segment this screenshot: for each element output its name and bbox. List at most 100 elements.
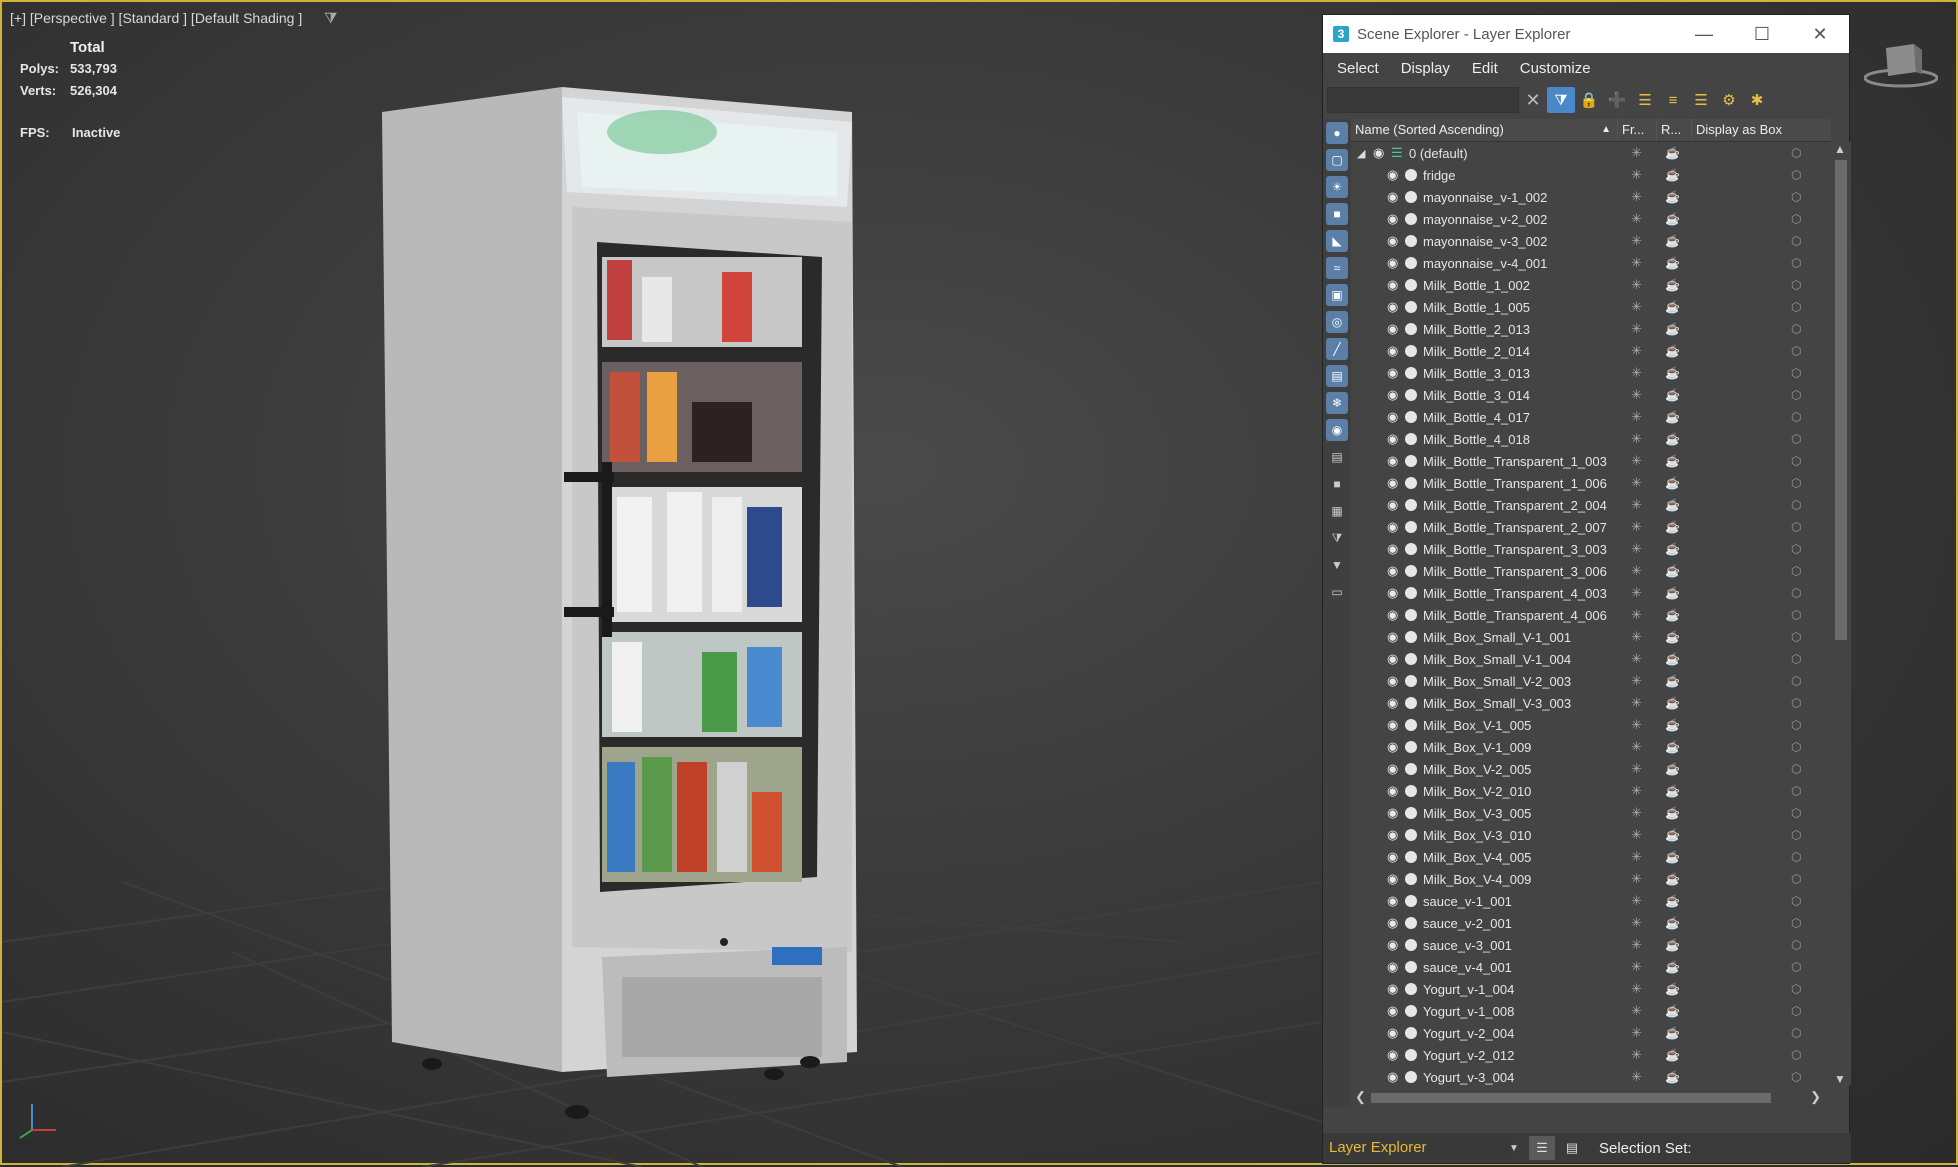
render-teapot-icon[interactable]: ☕	[1665, 872, 1680, 886]
freeze-snowflake-icon[interactable]: ✳	[1631, 167, 1642, 183]
render-teapot-icon[interactable]: ☕	[1665, 630, 1680, 644]
render-teapot-icon[interactable]: ☕	[1665, 498, 1680, 512]
render-teapot-icon[interactable]: ☕	[1665, 344, 1680, 358]
display-box-icon[interactable]: ⬡	[1791, 322, 1801, 336]
object-row[interactable]: ◉ Milk_Box_V-2_010 ✳ ☕ ⬡	[1351, 780, 1831, 802]
display-box-icon[interactable]: ⬡	[1791, 762, 1801, 776]
display-box-icon[interactable]: ⬡	[1791, 344, 1801, 358]
explorer-selector[interactable]: Layer Explorer	[1327, 1137, 1509, 1159]
display-box-icon[interactable]: ⬡	[1791, 718, 1801, 732]
minimize-button[interactable]: —	[1675, 24, 1733, 45]
freeze-snowflake-icon[interactable]: ✳	[1631, 211, 1642, 227]
display-box-icon[interactable]: ⬡	[1791, 1004, 1801, 1018]
render-teapot-icon[interactable]: ☕	[1665, 806, 1680, 820]
add-to-layer-icon[interactable]: ☰	[1631, 87, 1659, 113]
object-row[interactable]: ◉ Yogurt_v-1_004 ✳ ☕ ⬡	[1351, 978, 1831, 1000]
freeze-snowflake-icon[interactable]: ✳	[1631, 1003, 1642, 1019]
freeze-snowflake-icon[interactable]: ✳	[1631, 255, 1642, 271]
render-teapot-icon[interactable]: ☕	[1665, 696, 1680, 710]
render-teapot-icon[interactable]: ☕	[1665, 432, 1680, 446]
display-box-icon[interactable]: ⬡	[1791, 674, 1801, 688]
object-row[interactable]: ◉ Milk_Bottle_Transparent_4_003 ✳ ☕ ⬡	[1351, 582, 1831, 604]
display-box-icon[interactable]: ⬡	[1791, 300, 1801, 314]
freeze-snowflake-icon[interactable]: ✳	[1631, 541, 1642, 557]
visibility-eye-icon[interactable]: ◉	[1387, 1069, 1398, 1085]
visibility-eye-icon[interactable]: ◉	[1387, 321, 1398, 337]
render-teapot-icon[interactable]: ☕	[1665, 322, 1680, 336]
filter-funnel-icon[interactable]: ▼	[1326, 554, 1348, 576]
freeze-snowflake-icon[interactable]: ✳	[1631, 937, 1642, 953]
bones-filter-icon[interactable]: ╱	[1326, 338, 1348, 360]
menu-select[interactable]: Select	[1337, 60, 1379, 77]
maximize-button[interactable]: ☐	[1733, 24, 1791, 45]
visibility-eye-icon[interactable]: ◉	[1387, 871, 1398, 887]
visibility-eye-icon[interactable]: ◉	[1387, 981, 1398, 997]
render-teapot-icon[interactable]: ☕	[1665, 146, 1680, 160]
render-teapot-icon[interactable]: ☕	[1665, 388, 1680, 402]
freeze-snowflake-icon[interactable]: ✳	[1631, 783, 1642, 799]
freeze-snowflake-icon[interactable]: ✳	[1631, 695, 1642, 711]
render-teapot-icon[interactable]: ☕	[1665, 982, 1680, 996]
visibility-eye-icon[interactable]: ◉	[1387, 497, 1398, 513]
freeze-snowflake-icon[interactable]: ✳	[1631, 299, 1642, 315]
visibility-eye-icon[interactable]: ◉	[1387, 387, 1398, 403]
object-row[interactable]: ◉ Yogurt_v-3_004 ✳ ☕ ⬡	[1351, 1066, 1831, 1086]
freeze-snowflake-icon[interactable]: ✳	[1631, 145, 1642, 161]
close-button[interactable]: ✕	[1791, 24, 1849, 45]
object-row[interactable]: ◉ Milk_Bottle_4_018 ✳ ☕ ⬡	[1351, 428, 1831, 450]
visibility-eye-icon[interactable]: ◉	[1387, 761, 1398, 777]
scroll-up-icon[interactable]: ▲	[1834, 142, 1846, 156]
freeze-snowflake-icon[interactable]: ✳	[1631, 827, 1642, 843]
display-box-icon[interactable]: ⬡	[1791, 630, 1801, 644]
object-row[interactable]: ◉ Milk_Box_Small_V-1_001 ✳ ☕ ⬡	[1351, 626, 1831, 648]
render-teapot-icon[interactable]: ☕	[1665, 674, 1680, 688]
object-row[interactable]: ◉ Milk_Box_Small_V-3_003 ✳ ☕ ⬡	[1351, 692, 1831, 714]
freeze-snowflake-icon[interactable]: ✳	[1631, 233, 1642, 249]
display-box-icon[interactable]: ⬡	[1791, 806, 1801, 820]
render-column-header[interactable]: R...	[1656, 119, 1691, 141]
render-teapot-icon[interactable]: ☕	[1665, 740, 1680, 754]
freeze-snowflake-icon[interactable]: ✳	[1631, 673, 1642, 689]
render-teapot-icon[interactable]: ☕	[1665, 212, 1680, 226]
object-row[interactable]: ◉ Milk_Bottle_Transparent_3_003 ✳ ☕ ⬡	[1351, 538, 1831, 560]
visibility-eye-icon[interactable]: ◉	[1387, 277, 1398, 293]
layers-icon[interactable]: ☰	[1687, 87, 1715, 113]
visibility-eye-icon[interactable]: ◉	[1387, 717, 1398, 733]
render-teapot-icon[interactable]: ☕	[1665, 564, 1680, 578]
freeze-snowflake-icon[interactable]: ✳	[1631, 497, 1642, 513]
object-row[interactable]: ◉ Milk_Box_V-1_009 ✳ ☕ ⬡	[1351, 736, 1831, 758]
display-box-icon[interactable]: ⬡	[1791, 190, 1801, 204]
object-row[interactable]: ◉ Milk_Box_Small_V-2_003 ✳ ☕ ⬡	[1351, 670, 1831, 692]
render-teapot-icon[interactable]: ☕	[1665, 410, 1680, 424]
horizontal-scroll-thumb[interactable]	[1371, 1093, 1771, 1103]
name-column-header[interactable]: Name (Sorted Ascending) ▲	[1351, 119, 1617, 141]
freeze-snowflake-icon[interactable]: ✳	[1631, 717, 1642, 733]
render-teapot-icon[interactable]: ☕	[1665, 278, 1680, 292]
visibility-eye-icon[interactable]: ◉	[1387, 915, 1398, 931]
visibility-eye-icon[interactable]: ◉	[1387, 453, 1398, 469]
display-box-icon[interactable]: ⬡	[1791, 1070, 1801, 1084]
visibility-eye-icon[interactable]: ◉	[1387, 519, 1398, 535]
menu-customize[interactable]: Customize	[1520, 60, 1591, 77]
groups-filter-icon[interactable]: ▣	[1326, 284, 1348, 306]
frozen-filter-icon[interactable]: ❄	[1326, 392, 1348, 414]
visibility-eye-icon[interactable]: ◉	[1387, 1025, 1398, 1041]
object-row[interactable]: ◉ Milk_Bottle_2_013 ✳ ☕ ⬡	[1351, 318, 1831, 340]
viewport-label[interactable]: [+] [Perspective ] [Standard ] [Default …	[10, 10, 302, 26]
visibility-eye-icon[interactable]: ◉	[1387, 783, 1398, 799]
object-row[interactable]: ◉ mayonnaise_v-1_002 ✳ ☕ ⬡	[1351, 186, 1831, 208]
visibility-eye-icon[interactable]: ◉	[1387, 189, 1398, 205]
render-teapot-icon[interactable]: ☕	[1665, 608, 1680, 622]
render-teapot-icon[interactable]: ☕	[1665, 1004, 1680, 1018]
display-box-icon[interactable]: ⬡	[1791, 586, 1801, 600]
object-row[interactable]: ◉ Milk_Box_V-1_005 ✳ ☕ ⬡	[1351, 714, 1831, 736]
freeze-snowflake-icon[interactable]: ✳	[1631, 607, 1642, 623]
render-teapot-icon[interactable]: ☕	[1665, 652, 1680, 666]
object-row[interactable]: ◉ Yogurt_v-2_012 ✳ ☕ ⬡	[1351, 1044, 1831, 1066]
display-box-icon[interactable]: ⬡	[1791, 894, 1801, 908]
freeze-snowflake-icon[interactable]: ✳	[1631, 1069, 1642, 1085]
spacewarps-filter-icon[interactable]: ≈	[1326, 257, 1348, 279]
freeze-snowflake-icon[interactable]: ✳	[1631, 629, 1642, 645]
layer-explorer-icon[interactable]: ☰	[1529, 1136, 1555, 1160]
render-teapot-icon[interactable]: ☕	[1665, 1026, 1680, 1040]
